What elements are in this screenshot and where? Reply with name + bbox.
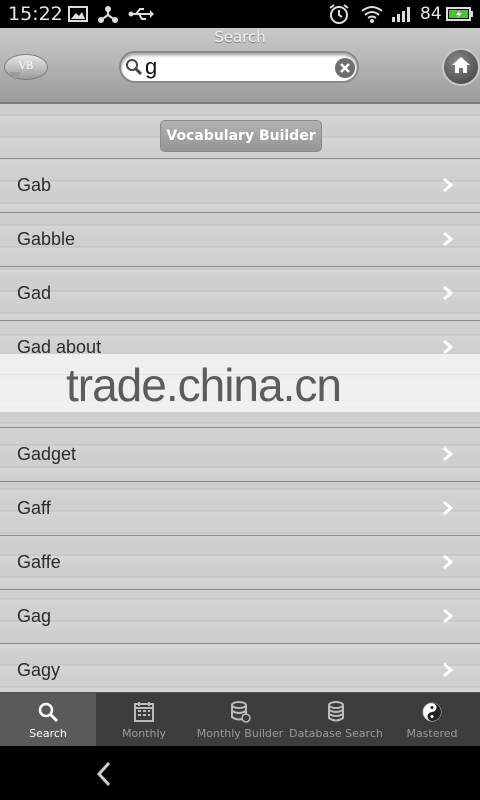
watermark-overlay: trade.china.cn [0,354,480,412]
tab-monthly-builder[interactable]: Monthly Builder [192,693,288,747]
list-item[interactable]: Gagy [0,643,480,692]
usb-icon [128,5,154,23]
search-input[interactable] [145,55,325,79]
tab-search[interactable]: Search [0,693,96,747]
chevron-right-icon [441,608,455,628]
battery-icon [446,5,474,23]
back-icon[interactable] [94,760,114,792]
word-label: Gadget [17,444,77,464]
calendar-icon [132,701,156,723]
database-refresh-icon [228,701,252,723]
list-item[interactable]: Gad [0,266,480,320]
word-label: Gag [17,606,52,626]
search-icon [36,701,60,723]
list-item[interactable]: Gadget [0,427,480,481]
list-item[interactable]: Gaff [0,481,480,535]
search-icon [125,58,143,80]
word-list: Vocabulary Builder Gab Gabble Gad Gad ab… [0,104,480,692]
word-label: Gabble [17,229,76,249]
word-label: Gaffe [17,552,61,572]
tab-database-search[interactable]: Database Search [288,693,384,747]
list-item[interactable]: Gag [0,589,480,643]
chevron-right-icon [441,177,455,197]
list-item[interactable]: Gaffe [0,535,480,589]
share-icon [97,5,119,23]
chevron-right-icon [441,500,455,520]
home-icon [451,56,471,78]
tab-label: Monthly [121,727,167,740]
chevron-right-icon [441,662,455,682]
tab-label: Monthly Builder [196,727,284,740]
tab-label: Mastered [406,727,458,740]
word-label: Gagy [17,660,61,680]
watermark-text: trade.china.cn [66,359,342,411]
clear-search-icon[interactable] [335,58,355,78]
alarm-icon [328,4,350,24]
database-icon [324,701,348,723]
image-icon [67,5,89,23]
page-title: Search [214,28,266,46]
word-label: Gaff [17,498,51,518]
status-time: 15:22 [8,3,63,25]
word-label: Gab [17,175,52,195]
list-item[interactable]: Gabble [0,212,480,266]
logo-bubble-tail [10,72,21,81]
list-item[interactable]: Gab [0,158,480,212]
wifi-icon [360,5,384,23]
vocabulary-builder-button[interactable]: Vocabulary Builder [160,120,322,152]
signal-3g-icon [390,5,414,23]
word-label: Gad [17,283,52,303]
tab-label: Search [29,727,67,740]
status-bar: 15:22 84 [0,0,480,28]
chevron-right-icon [441,554,455,574]
chevron-right-icon [441,446,455,466]
search-box[interactable] [119,51,359,83]
tab-mastered[interactable]: Mastered [384,693,480,747]
app-header: Search VB [0,28,480,104]
chevron-right-icon [441,231,455,251]
home-button[interactable] [442,48,480,86]
chevron-right-icon [441,285,455,305]
battery-percent: 84 [420,4,442,24]
bottom-tab-bar: Search Monthly Monthly Builder Database … [0,692,480,747]
system-nav-bar [0,746,480,800]
tab-monthly[interactable]: Monthly [96,693,192,747]
tab-label: Database Search [289,727,383,740]
yin-yang-icon [420,701,444,723]
